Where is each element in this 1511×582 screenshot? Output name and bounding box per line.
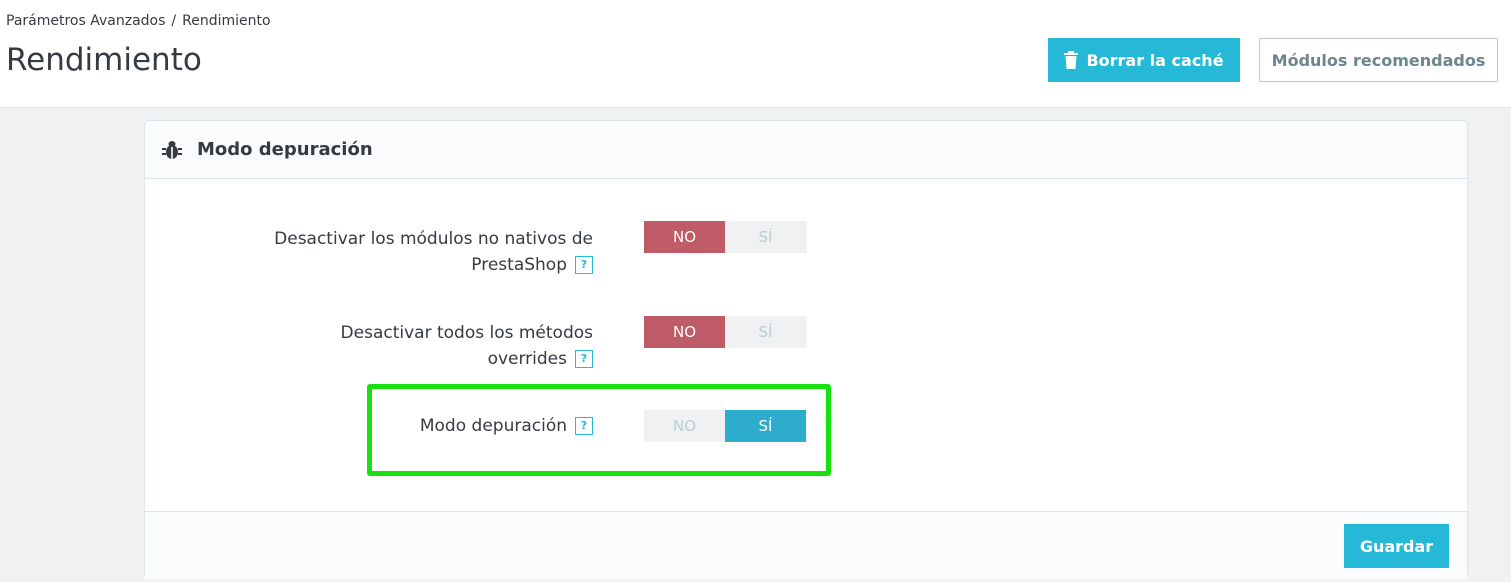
clear-cache-label: Borrar la caché	[1086, 50, 1224, 70]
label-line1: Desactivar todos los métodos	[340, 323, 593, 343]
breadcrumb-parent[interactable]: Parámetros Avanzados	[6, 13, 165, 29]
clear-cache-button[interactable]: Borrar la caché	[1048, 38, 1240, 82]
help-icon[interactable]: ?	[575, 350, 593, 368]
toggle-option-no[interactable]: NO	[644, 316, 725, 348]
label-line1: Desactivar los módulos no nativos de	[274, 229, 593, 249]
breadcrumb: Parámetros Avanzados / Rendimiento	[6, 13, 271, 29]
toggle-option-no[interactable]: NO	[644, 221, 725, 253]
label-line2: PrestaShop	[471, 255, 567, 275]
label-line2: overrides	[487, 349, 567, 369]
recommended-modules-label: Módulos recomendados	[1271, 50, 1486, 70]
toggle-switch[interactable]: NO SÍ	[644, 316, 807, 348]
toggle-option-yes[interactable]: SÍ	[725, 316, 806, 348]
card-footer: Guardar	[145, 511, 1467, 579]
recommended-modules-button[interactable]: Módulos recomendados	[1259, 38, 1498, 82]
toggle-switch[interactable]: NO SÍ	[644, 221, 807, 253]
card-header: Modo depuración	[145, 121, 1467, 179]
bug-icon	[162, 140, 182, 159]
form-label: Desactivar todos los métodos overrides?	[233, 320, 593, 372]
card-title: Modo depuración	[197, 139, 373, 160]
page-title: Rendimiento	[6, 42, 202, 78]
toggle-option-yes[interactable]: SÍ	[725, 221, 806, 253]
save-button[interactable]: Guardar	[1344, 524, 1449, 568]
breadcrumb-current: Rendimiento	[182, 13, 271, 29]
page-header: Parámetros Avanzados / Rendimiento Rendi…	[0, 0, 1511, 108]
debug-mode-card: Modo depuración Desactivar los módulos n…	[144, 120, 1468, 579]
form-label: Desactivar los módulos no nativos de Pre…	[233, 226, 593, 278]
highlight-box	[367, 384, 831, 476]
trash-icon	[1064, 51, 1079, 69]
breadcrumb-separator: /	[171, 13, 177, 29]
help-icon[interactable]: ?	[575, 256, 593, 274]
